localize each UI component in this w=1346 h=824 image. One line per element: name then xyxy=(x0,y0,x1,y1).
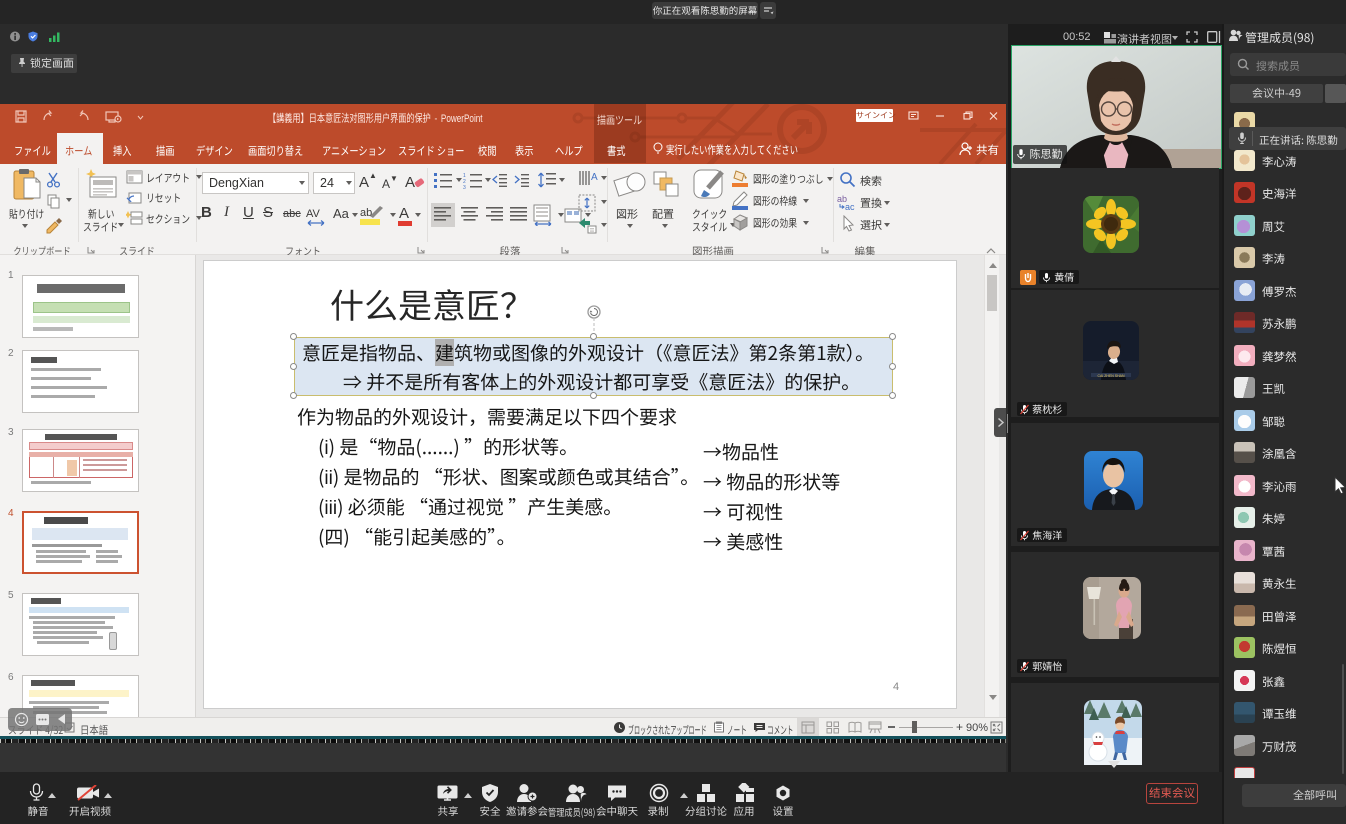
svg-text:ab: ab xyxy=(360,207,372,219)
svg-text:3: 3 xyxy=(463,185,466,189)
svg-text:AV: AV xyxy=(306,208,321,220)
svg-text:A: A xyxy=(399,205,409,222)
svg-text:CAI ZHEN SHAN: CAI ZHEN SHAN xyxy=(1097,374,1125,378)
svg-text:A: A xyxy=(591,172,598,183)
svg-text:ac: ac xyxy=(845,202,855,211)
svg-text:A: A xyxy=(405,174,415,191)
